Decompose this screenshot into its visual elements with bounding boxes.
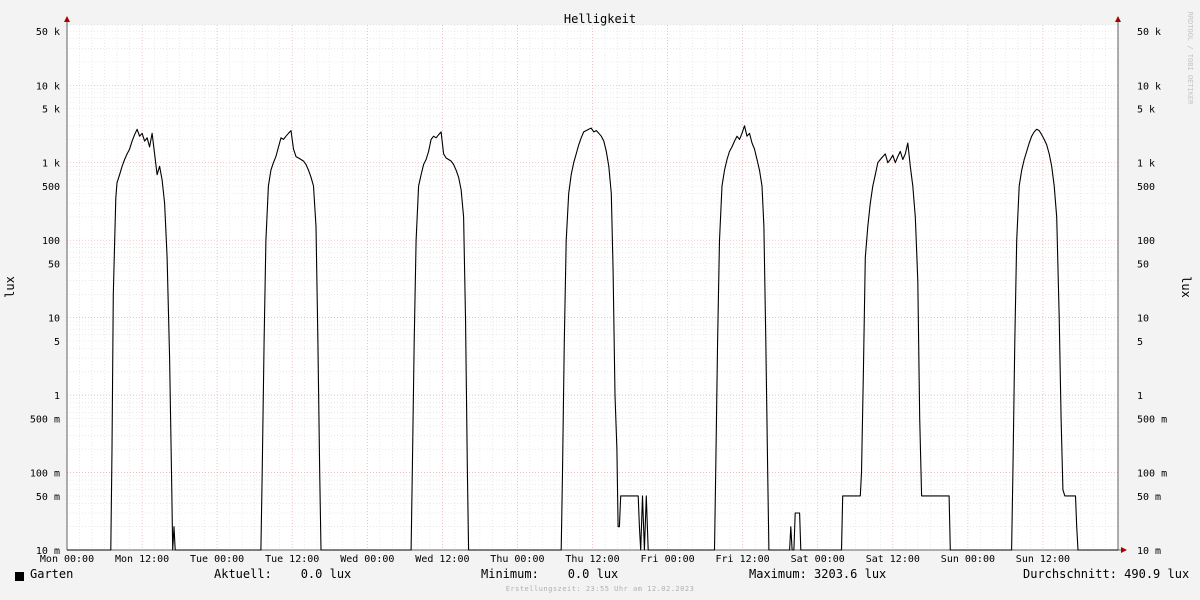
y-tick-label-left: 10 (48, 314, 60, 325)
x-tick-label: Wed 00:00 (340, 554, 394, 565)
y-tick-label-right: 10 (1137, 314, 1149, 325)
y-tick-label-right: 100 (1137, 236, 1155, 247)
y-tick-label-right: 5 (1137, 337, 1143, 348)
x-tick-label: Thu 00:00 (490, 554, 544, 565)
y-tick-label-right: 10 m (1137, 546, 1161, 557)
x-tick-label: Tue 12:00 (265, 554, 319, 565)
y-tick-label-right: 100 m (1137, 469, 1167, 480)
y-tick-label-right: 50 (1137, 260, 1149, 271)
y-axis-label-right: lux (1179, 276, 1193, 298)
x-tick-label: Sun 12:00 (1016, 554, 1070, 565)
y-tick-label-left: 1 (54, 391, 60, 402)
y-tick-label-right: 5 k (1137, 105, 1155, 116)
x-tick-label: Fri 00:00 (641, 554, 695, 565)
legend-series-label: Garten (30, 567, 74, 581)
legend-current: Aktuell: 0.0 lux (214, 567, 352, 581)
y-tick-label-right: 1 k (1137, 159, 1155, 170)
y-tick-label-left: 500 m (30, 414, 60, 425)
y-tick-label-left: 50 m (36, 492, 60, 503)
x-tick-label: Mon 12:00 (115, 554, 169, 565)
y-tick-label-left: 1 k (42, 159, 60, 170)
y-tick-label-left: 5 k (42, 105, 60, 116)
legend-swatch (15, 570, 24, 584)
generation-timestamp: Erstellungszeit: 23:55 Uhr am 12.02.2023 (505, 585, 695, 593)
y-tick-label-right: 50 m (1137, 492, 1161, 503)
legend-maximum: Maximum: 3203.6 lux (749, 567, 887, 581)
x-tick-label: Sun 00:00 (941, 554, 995, 565)
legend: Garten Aktuell: 0.0 lux Minimum: 0.0 lux… (0, 567, 1200, 585)
chart-title: Helligkeit (564, 12, 636, 26)
x-tick-label: Fri 12:00 (716, 554, 770, 565)
y-tick-label-left: 10 m (36, 546, 60, 557)
x-tick-label: Tue 00:00 (190, 554, 244, 565)
y-tick-label-left: 100 m (30, 469, 60, 480)
y-tick-label-right: 1 (1137, 391, 1143, 402)
x-tick-label: Sat 00:00 (791, 554, 845, 565)
chart-frame: Mon 00:00 Mon 12:00 Tue 00:00 Tue 12:00 Wed … (0, 0, 1200, 600)
y-tick-label-left: 500 (42, 182, 60, 193)
x-tick-label: Sat 12:00 (866, 554, 920, 565)
x-tick-label: Wed 12:00 (415, 554, 469, 565)
y-axis-label-left: lux (3, 276, 17, 298)
y-tick-label-left: 5 (54, 337, 60, 348)
legend-average: Durchschnitt: 490.9 lux (1023, 567, 1190, 581)
y-tick-label-left: 50 (48, 260, 60, 271)
watermark: RRDTOOL / TOBI OETIKER (1186, 12, 1194, 106)
y-tick-label-left: 10 k (36, 81, 60, 92)
y-tick-label-right: 500 (1137, 182, 1155, 193)
y-tick-label-left: 50 k (36, 27, 60, 38)
y-tick-label-left: 100 (42, 236, 60, 247)
legend-minimum: Minimum: 0.0 lux (481, 567, 619, 581)
y-tick-label-right: 500 m (1137, 414, 1167, 425)
x-tick-label: Thu 12:00 (565, 554, 619, 565)
y-tick-label-right: 50 k (1137, 27, 1161, 38)
y-tick-label-right: 10 k (1137, 81, 1161, 92)
